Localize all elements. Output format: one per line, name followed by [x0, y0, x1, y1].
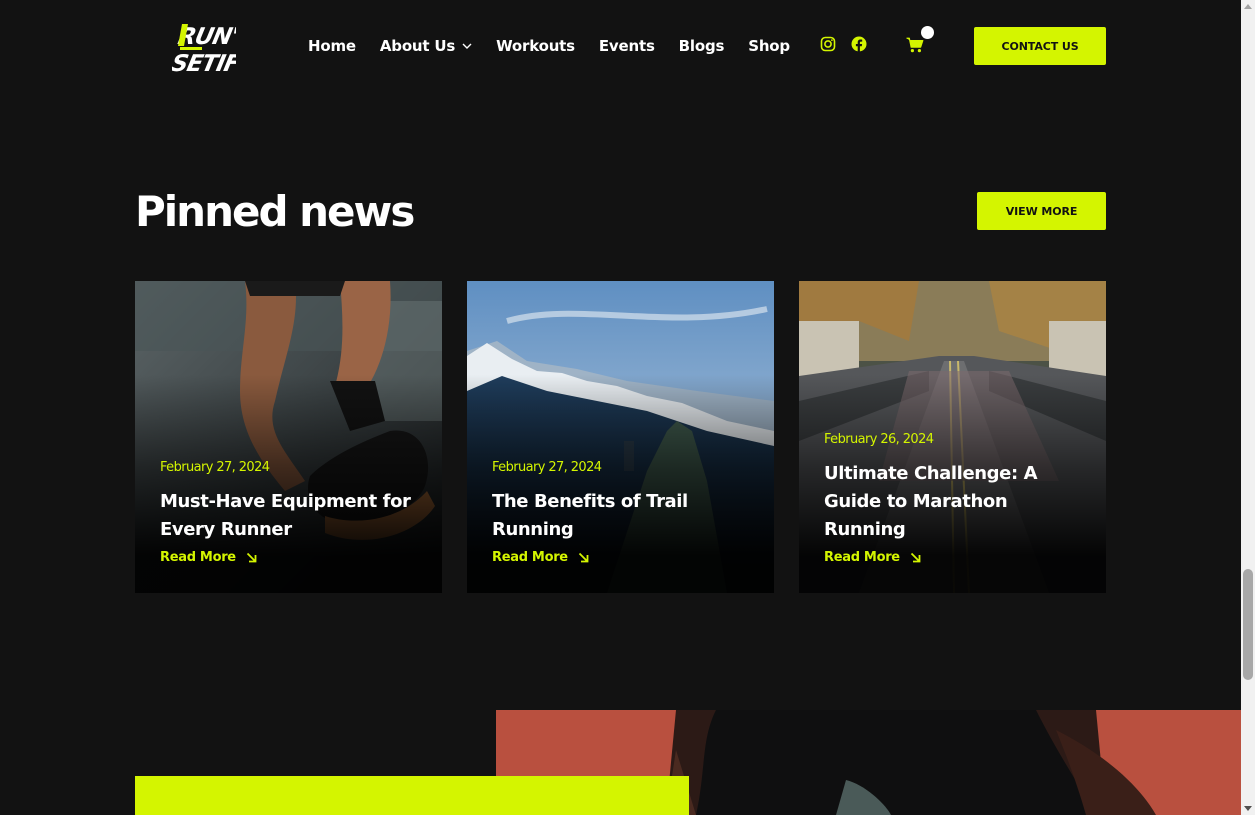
- card-content: February 27, 2024 The Benefits of Trail …: [492, 460, 754, 565]
- read-more-link[interactable]: Read More: [824, 550, 1086, 565]
- nav-home-label: Home: [308, 37, 356, 55]
- section-title: Pinned news: [135, 187, 415, 236]
- card-content: February 27, 2024 Must-Have Equipment fo…: [160, 460, 422, 565]
- instagram-icon[interactable]: [820, 36, 836, 52]
- scroll-down-icon[interactable]: [1244, 806, 1252, 811]
- card-date: February 27, 2024: [160, 460, 270, 475]
- nav-about-us[interactable]: About Us: [380, 37, 472, 55]
- page: RUN'IN SETIF Home About Us Workouts Even…: [0, 0, 1241, 815]
- nav-events-label: Events: [598, 37, 655, 55]
- arrow-down-right-icon: [578, 552, 589, 563]
- nav-shop[interactable]: Shop: [748, 37, 790, 55]
- read-more-label: Read More: [160, 550, 236, 565]
- cart-count-badge: [921, 26, 934, 39]
- nav-blogs-label: Blogs: [678, 37, 725, 55]
- news-card[interactable]: February 27, 2024 The Benefits of Trail …: [467, 281, 774, 593]
- shopping-cart-icon[interactable]: [906, 37, 924, 53]
- nav-shop-label: Shop: [748, 37, 790, 55]
- nav-workouts[interactable]: Workouts: [496, 37, 575, 55]
- news-card[interactable]: February 27, 2024 Must-Have Equipment fo…: [135, 281, 442, 593]
- read-more-link[interactable]: Read More: [160, 550, 422, 565]
- read-more-label: Read More: [824, 550, 900, 565]
- news-card[interactable]: February 26, 2024 Ultimate Challenge: A …: [799, 281, 1106, 593]
- card-title[interactable]: Must-Have Equipment for Every Runner: [160, 488, 422, 544]
- contact-us-button[interactable]: CONTACT US: [974, 27, 1106, 65]
- read-more-link[interactable]: Read More: [492, 550, 754, 565]
- nav-events[interactable]: Events: [599, 37, 655, 55]
- lime-banner: [135, 776, 689, 815]
- scrollbar[interactable]: [1241, 0, 1255, 815]
- arrow-down-right-icon: [246, 552, 257, 563]
- scroll-up-icon[interactable]: [1244, 4, 1252, 9]
- nav-workouts-label: Workouts: [496, 37, 575, 55]
- scroll-thumb[interactable]: [1243, 569, 1253, 680]
- card-date: February 26, 2024: [824, 432, 934, 447]
- card-content: February 26, 2024 Ultimate Challenge: A …: [824, 432, 1086, 565]
- read-more-label: Read More: [492, 550, 568, 565]
- card-date: February 27, 2024: [492, 460, 602, 475]
- site-logo[interactable]: RUN'IN SETIF: [172, 20, 236, 74]
- nav-blogs[interactable]: Blogs: [679, 37, 725, 55]
- svg-text:SETIF: SETIF: [172, 50, 236, 74]
- nav-about-us-label: About Us: [379, 37, 456, 55]
- facebook-icon[interactable]: [851, 36, 867, 52]
- nav-home[interactable]: Home: [308, 37, 356, 55]
- view-more-button[interactable]: VIEW MORE: [977, 192, 1106, 230]
- card-title[interactable]: The Benefits of Trail Running: [492, 488, 754, 544]
- chevron-down-icon: [462, 43, 472, 49]
- card-title[interactable]: Ultimate Challenge: A Guide to Marathon …: [824, 460, 1086, 544]
- main-nav: Home About Us Workouts Events Blogs Shop: [308, 34, 814, 58]
- arrow-down-right-icon: [910, 552, 921, 563]
